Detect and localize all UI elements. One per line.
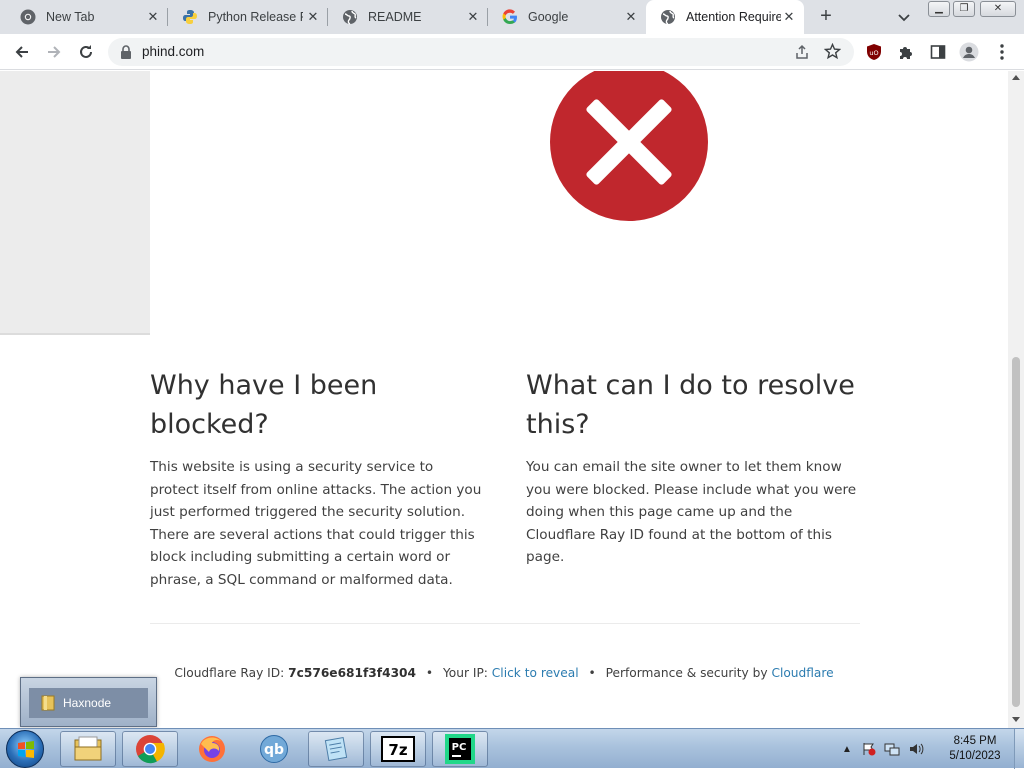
resolve-heading: What can I do to resolve this? [526,370,855,440]
7zip-icon: 7z [381,736,415,762]
taskbar-pycharm[interactable]: PC [432,731,488,767]
cloudflare-link[interactable]: Cloudflare [771,666,833,680]
back-arrow-icon[interactable] [12,42,32,62]
resolve-text: You can email the site owner to let them… [526,459,857,565]
why-blocked-heading: Why have I been blocked? [150,370,378,440]
system-clock[interactable]: 8:45 PM 5/10/2023 [940,734,1010,764]
show-desktop-button[interactable] [1014,729,1024,769]
why-blocked-section: Why have I been blocked? This website is… [150,366,485,591]
taskbar-file-explorer[interactable] [60,731,116,767]
ublock-origin-icon[interactable]: uO [864,42,884,62]
svg-text:7z: 7z [388,741,407,759]
why-blocked-text: This website is using a security service… [150,459,482,588]
tab-attention-required[interactable]: Attention Required ✕ [646,0,804,34]
close-window-button[interactable]: ✕ [980,1,1016,17]
tab-python-release[interactable]: Python Release Py ✕ [168,0,328,34]
close-tab-icon[interactable]: ✕ [466,10,480,24]
clock-date: 5/10/2023 [949,750,1001,762]
pycharm-icon: PC [445,734,475,764]
svg-text:PC: PC [452,742,467,753]
url-text: phind.com [142,44,205,59]
globe-icon [660,9,676,25]
share-icon[interactable] [794,44,810,65]
browser-toolbar: phind.com uO [0,34,1024,70]
scroll-down-arrow-icon[interactable] [1012,717,1020,722]
lock-icon[interactable] [120,45,132,64]
footer-divider [150,623,860,624]
blocked-x-icon [549,71,709,222]
python-icon [182,9,198,25]
haxnode-label: Haxnode [63,696,112,710]
close-tab-icon[interactable]: ✕ [624,10,638,24]
qbittorrent-icon: qb [260,735,288,763]
action-center-flag-icon[interactable] [862,742,876,756]
click-to-reveal-link[interactable]: Click to reveal [492,666,579,680]
chrome-icon [136,735,165,764]
taskbar-notepad[interactable] [308,731,364,767]
taskbar-chrome[interactable] [122,731,178,767]
haxnode-window-item[interactable]: Haxnode [29,688,148,718]
google-icon [502,9,518,25]
forward-arrow-icon[interactable] [44,42,64,62]
network-icon[interactable] [884,742,900,756]
close-tab-icon[interactable]: ✕ [146,10,160,24]
tab-google[interactable]: Google ✕ [488,0,646,34]
grey-side-panel [0,71,150,335]
windows-logo-icon [18,741,34,758]
scroll-up-arrow-icon[interactable] [1012,75,1020,80]
notepad-icon [324,737,348,761]
restore-button[interactable]: ❐ [953,1,975,17]
page-content: Why have I been blocked? This website is… [0,71,1008,728]
close-tab-icon[interactable]: ✕ [782,10,796,24]
windows-taskbar: qb 7z PC ▲ 8:45 PM 5/10/2023 [0,728,1024,769]
taskbar-qbittorrent[interactable]: qb [246,731,302,767]
file-explorer-icon [74,736,102,761]
tab-readme[interactable]: README ✕ [328,0,488,34]
system-tray: ▲ [842,729,924,769]
clock-time: 8:45 PM [953,735,997,747]
ray-id-value: 7c576e681f3f4304 [288,666,417,680]
taskbar-firefox[interactable] [184,731,240,767]
new-tab-button[interactable]: + [814,6,838,28]
side-panel-icon[interactable] [928,42,948,62]
performance-label: Performance & security by [605,666,768,680]
extensions-puzzle-icon[interactable] [896,42,916,62]
bookmark-star-icon[interactable] [823,42,842,65]
volume-icon[interactable] [908,742,924,756]
globe-icon [342,9,358,25]
svg-text:qb: qb [264,742,284,758]
ip-label: Your IP: [442,666,488,680]
close-tab-icon[interactable]: ✕ [306,10,320,24]
reload-icon[interactable] [76,42,96,62]
chrome-icon [20,9,36,25]
scrollbar-thumb[interactable] [1012,357,1020,707]
page-scrollbar[interactable] [1008,71,1024,728]
tab-search-chevron-icon[interactable] [895,8,913,26]
show-hidden-icons-icon[interactable]: ▲ [842,744,852,755]
taskbar-7zip[interactable]: 7z [370,731,426,767]
folder-icon [41,695,55,711]
tab-new-tab[interactable]: New Tab ✕ [6,0,168,34]
address-bar[interactable]: phind.com [108,38,854,66]
kebab-menu-icon[interactable] [992,42,1012,62]
ray-id-label: Cloudflare Ray ID: [174,666,285,680]
taskbar-thumbnail-popup[interactable]: Haxnode [20,677,157,727]
tab-strip: New Tab ✕ Python Release Py ✕ README ✕ G… [0,0,1024,34]
firefox-icon [199,736,225,762]
svg-text:uO: uO [869,49,878,57]
start-button[interactable] [6,730,44,768]
profile-avatar-icon[interactable] [959,42,979,62]
resolve-section: What can I do to resolve this? You can e… [526,366,861,569]
minimize-button[interactable]: ▁ [928,1,950,17]
